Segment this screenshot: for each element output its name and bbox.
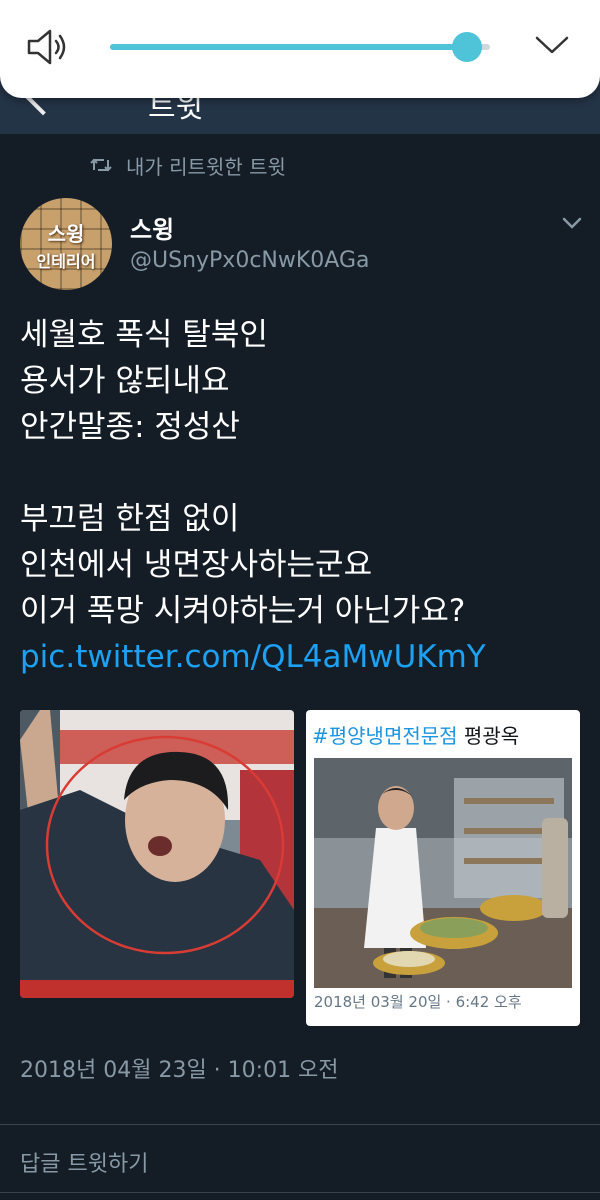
volume-panel xyxy=(0,0,600,98)
speaker-icon[interactable] xyxy=(26,27,72,67)
retweet-indicator: 내가 리트윗한 트윗 xyxy=(90,150,286,180)
caret-down-icon[interactable] xyxy=(560,214,584,232)
embedded-hashtag: #평양냉면전문점 xyxy=(312,724,458,748)
protest-photo xyxy=(20,710,294,998)
tweet-line: 용서가 않되내요 xyxy=(20,363,230,399)
tweet-line: 부끄럼 한점 없이 xyxy=(20,501,240,537)
divider xyxy=(0,1192,600,1193)
media-photo-right[interactable]: #평양냉면전문점 평광옥 2018년 03월 20일 · 6:42 오후 xyxy=(306,710,580,1026)
embedded-name: 평광옥 xyxy=(463,724,520,748)
volume-slider[interactable] xyxy=(110,32,490,62)
embedded-caption: #평양냉면전문점 평광옥 xyxy=(312,720,519,749)
volume-slider-thumb[interactable] xyxy=(452,32,483,62)
tweet-line: 이거 폭망 시켜야하는거 아닌가요? xyxy=(20,593,466,629)
volume-slider-fill xyxy=(110,44,468,50)
chevron-down-icon[interactable] xyxy=(534,30,570,60)
tweet-line: 세월호 폭식 탈북인 xyxy=(20,317,268,353)
embedded-date: 2018년 03월 20일 · 6:42 오후 xyxy=(314,993,522,1011)
author-handle[interactable]: @USnyPx0cNwK0AGa xyxy=(130,248,369,273)
author-name[interactable]: 스윙 xyxy=(130,210,174,245)
tweet-link[interactable]: pic.twitter.com/QL4aMwUKmY xyxy=(20,634,590,680)
media-photo-left[interactable] xyxy=(20,710,294,998)
retweet-icon xyxy=(90,158,112,172)
avatar-logo-text-bottom: 인테리어 xyxy=(36,252,96,271)
tweet-line: 안간말종: 정성산 xyxy=(20,409,240,445)
restaurant-photo xyxy=(314,758,572,988)
tweet-timestamp: 2018년 04월 23일 · 10:01 오전 xyxy=(20,1058,339,1083)
tweet-text: 세월호 폭식 탈북인 용서가 않되내요 안간말종: 정성산 부끄럼 한점 없이 … xyxy=(20,312,590,680)
reply-input[interactable]: 답글 트윗하기 xyxy=(20,1146,148,1178)
divider xyxy=(0,1124,600,1125)
retweet-label: 내가 리트윗한 트윗 xyxy=(126,154,286,179)
avatar[interactable]: 스윙 인테리어 xyxy=(20,198,112,290)
tweet-line: 인천에서 냉면장사하는군요 xyxy=(20,547,373,583)
avatar-logo-text-top: 스윙 xyxy=(47,222,85,246)
